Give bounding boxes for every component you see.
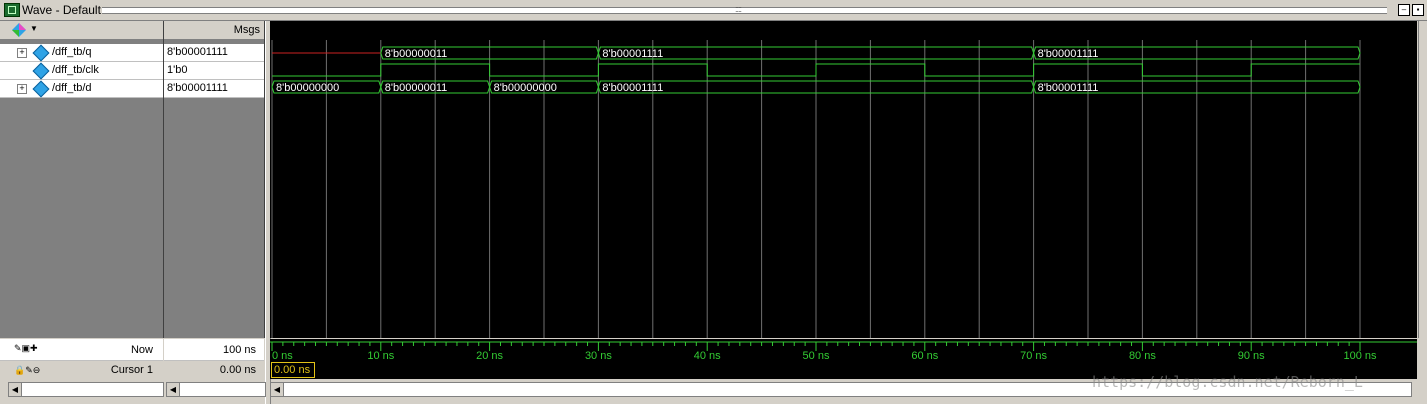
value-row-clk[interactable]: 1'b0 bbox=[164, 62, 264, 80]
signal-q-name: /dff_tb/q bbox=[52, 46, 92, 58]
now-row: ✎▣✚ Now bbox=[0, 339, 163, 361]
d-bus-label: 8'b00001111 bbox=[602, 82, 663, 94]
timeline-tick-label: 50 ns bbox=[803, 350, 830, 362]
window-titlebar: Wave - Default :::: – ▪ bbox=[0, 0, 1427, 21]
now-tools-icon[interactable]: ✎▣✚ bbox=[14, 343, 38, 354]
vertical-scrollbar[interactable] bbox=[1418, 21, 1427, 338]
waveform-area[interactable]: 8'b00000011 8'b00001111 8'b00001111 8'b0000… bbox=[270, 21, 1417, 338]
chevron-down-icon[interactable]: ▼ bbox=[30, 24, 38, 33]
timeline-tick-label: 90 ns bbox=[1238, 350, 1265, 362]
cursor-lock-icon[interactable]: 🔒✎⊖ bbox=[14, 365, 40, 376]
scroll-left-icon[interactable]: ◀ bbox=[167, 383, 180, 396]
wave-objects-icon[interactable] bbox=[12, 23, 26, 37]
cursor-label: Cursor 1 bbox=[110, 364, 153, 376]
signal-d-icon bbox=[32, 80, 50, 98]
scroll-left-icon[interactable]: ◀ bbox=[271, 383, 284, 396]
q-bus-label: 8'b00001111 bbox=[1038, 48, 1099, 60]
timeline-tick-label: 60 ns bbox=[911, 350, 938, 362]
wave-app-icon bbox=[4, 3, 20, 17]
signal-d-value: 8'b00001111 bbox=[167, 82, 228, 94]
signal-names-panel: ▼ + /dff_tb/q /dff_tb/clk + /dff_tb/d bbox=[0, 21, 164, 338]
cursor-value-cell: 0.00 ns bbox=[164, 361, 264, 379]
value-row-d[interactable]: 8'b00001111 bbox=[164, 80, 264, 98]
names-hscroll[interactable]: ◀ bbox=[8, 382, 164, 397]
now-label: Now bbox=[130, 344, 153, 356]
signal-d-name: /dff_tb/d bbox=[52, 82, 92, 94]
waveform-svg[interactable]: 8'b00000011 8'b00001111 8'b00001111 8'b0000… bbox=[270, 21, 1417, 338]
d-bus-label: 8'b00001111 bbox=[1038, 82, 1099, 94]
expand-d-icon[interactable]: + bbox=[17, 84, 27, 94]
cursor-row[interactable]: 🔒✎⊖ Cursor 1 bbox=[0, 361, 163, 379]
signal-clk-icon bbox=[32, 62, 50, 80]
signal-clk-name: /dff_tb/clk bbox=[52, 64, 99, 76]
timeline-tick-label: 70 ns bbox=[1020, 350, 1047, 362]
values-hscroll[interactable]: ◀ bbox=[166, 382, 266, 397]
timeline-tick-label: 40 ns bbox=[694, 350, 721, 362]
expand-q-icon[interactable]: + bbox=[17, 48, 27, 58]
d-bus-label: 8'b00000000 bbox=[494, 82, 557, 94]
d-bus-label: 8'b00000011 bbox=[385, 82, 447, 94]
cursor-value: 0.00 ns bbox=[219, 364, 256, 376]
signal-q-icon bbox=[32, 44, 50, 62]
names-header: ▼ bbox=[0, 21, 163, 40]
watermark-text: https://blog.csdn.net/Reborn_L bbox=[1092, 373, 1363, 391]
signal-row-d[interactable]: + /dff_tb/d bbox=[0, 80, 163, 98]
q-bus-label: 8'b00001111 bbox=[602, 48, 663, 60]
signal-clk-value: 1'b0 bbox=[167, 64, 188, 76]
now-value: 100 ns bbox=[222, 344, 256, 356]
signal-row-clk[interactable]: /dff_tb/clk bbox=[0, 62, 163, 80]
scroll-left-icon[interactable]: ◀ bbox=[9, 383, 22, 396]
minimize-icon[interactable]: – bbox=[1398, 4, 1410, 16]
cursor-time-box[interactable]: 0.00 ns bbox=[271, 362, 315, 378]
now-value-cell: 100 ns bbox=[164, 339, 264, 361]
window-title: Wave - Default bbox=[22, 3, 101, 17]
values-header: Msgs bbox=[164, 21, 264, 40]
signal-q-value: 8'b00001111 bbox=[167, 46, 228, 58]
titlebar-grip[interactable] bbox=[102, 7, 1387, 14]
value-row-q[interactable]: 8'b00001111 bbox=[164, 44, 264, 62]
d-bus-label: 8'b00000000 bbox=[276, 82, 339, 94]
q-bus-label: 8'b00000011 bbox=[385, 48, 447, 60]
timeline-tick-label: 10 ns bbox=[367, 350, 394, 362]
timeline-tick-label: 80 ns bbox=[1129, 350, 1156, 362]
signal-row-q[interactable]: + /dff_tb/q bbox=[0, 44, 163, 62]
timeline-tick-label: 0 ns bbox=[272, 350, 293, 362]
bottom-panel: ✎▣✚ Now 100 ns 🔒✎⊖ Cursor 1 0.00 ns 0 ns… bbox=[0, 339, 1427, 404]
close-icon[interactable]: ▪ bbox=[1412, 4, 1424, 16]
msgs-header: Msgs bbox=[233, 24, 260, 36]
timeline-tick-label: 30 ns bbox=[585, 350, 612, 362]
signal-values-panel: Msgs 8'b00001111 1'b0 8'b00001111 bbox=[164, 21, 265, 338]
timeline-tick-label: 20 ns bbox=[476, 350, 503, 362]
grip-dots-icon: :::: bbox=[735, 4, 742, 14]
timeline-tick-label: 100 ns bbox=[1343, 350, 1377, 362]
